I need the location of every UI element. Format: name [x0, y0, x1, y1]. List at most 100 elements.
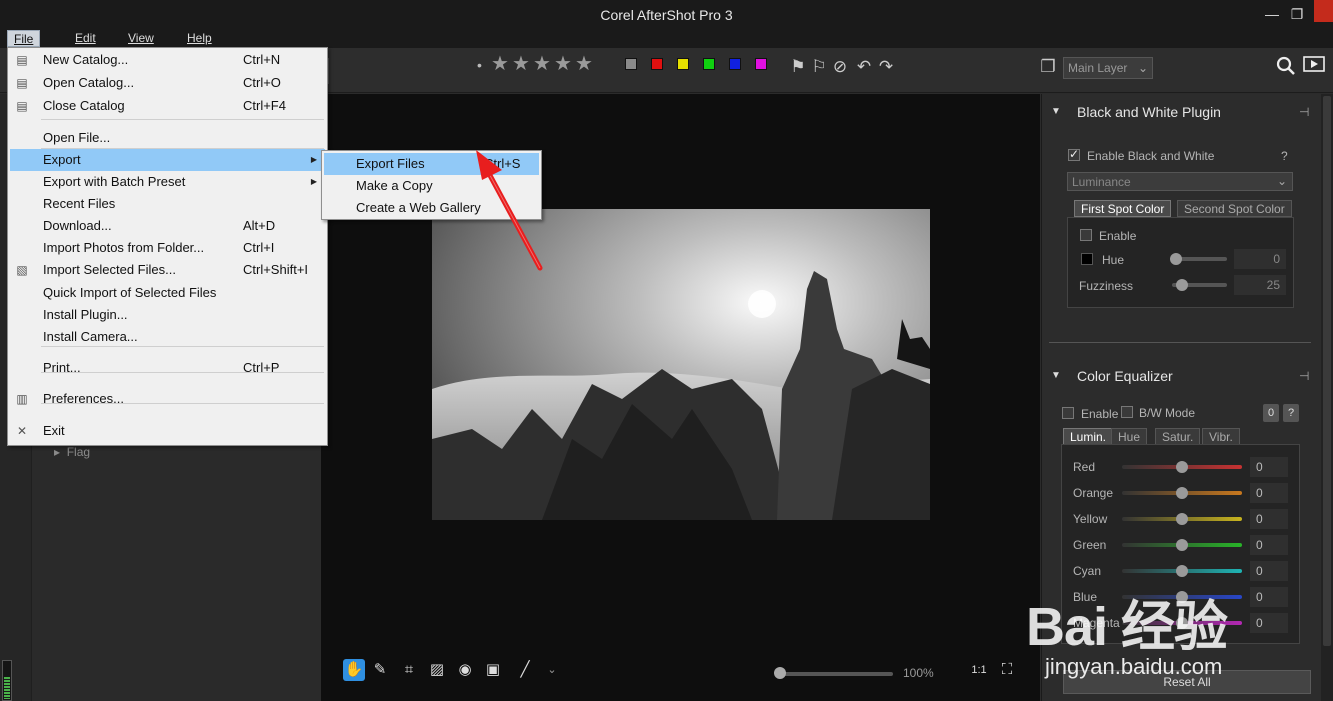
brush-icon[interactable]: ╱ [514, 659, 536, 681]
file-menu-item[interactable]: ▥ Preferences... [10, 388, 325, 410]
file-menu-item[interactable]: ▤ Close Catalog Ctrl+F4 [10, 95, 325, 117]
restore-icon[interactable]: ❐ [1286, 3, 1308, 25]
zoom-slider[interactable] [777, 672, 893, 676]
file-menu-item[interactable]: ▤ Open Catalog... Ctrl+O [10, 72, 325, 94]
color-label-gray[interactable] [625, 58, 637, 70]
hue-swatch[interactable] [1081, 253, 1093, 265]
bw-help-icon[interactable]: ? [1281, 149, 1288, 163]
annotation-arrow-icon [476, 150, 543, 271]
equalizer-slider-thumb[interactable] [1176, 487, 1188, 499]
star-2-icon[interactable]: ★ [512, 54, 530, 74]
file-menu-item[interactable]: ▧ Import Selected Files... Ctrl+Shift+I [10, 259, 325, 281]
search-icon[interactable] [1276, 56, 1296, 78]
file-menu-item[interactable]: Export with Batch Preset ▶ [10, 171, 325, 193]
file-menu-item[interactable]: Export ▶ [10, 149, 325, 171]
tab-vibrance[interactable]: Vibr. [1202, 428, 1240, 445]
flag-reject-icon[interactable]: ⚐ [809, 56, 829, 78]
rotate-right-icon[interactable]: ↷ [876, 56, 896, 78]
ce-help-button[interactable]: ? [1283, 404, 1299, 422]
ce-enable-label: Enable [1081, 407, 1119, 421]
file-menu-item[interactable]: ▤ New Catalog... Ctrl+N [10, 49, 325, 71]
close-button[interactable] [1314, 0, 1333, 22]
fit-screen-icon[interactable]: ⛶ [996, 659, 1018, 681]
star-5-icon[interactable]: ★ [575, 54, 593, 74]
export-submenu-item-label: Make a Copy [356, 178, 433, 193]
color-label-magenta[interactable] [755, 58, 767, 70]
unflag-icon[interactable]: ⊘ [830, 56, 850, 78]
menu-view[interactable]: View [122, 30, 160, 47]
rating-clear-dot[interactable]: • [477, 57, 482, 73]
menu-separator [41, 372, 324, 373]
eyedropper-icon[interactable]: ✎ [369, 659, 391, 681]
bw-mode-checkbox[interactable] [1121, 406, 1133, 418]
chevron-down-icon[interactable]: ⌄ [541, 659, 563, 681]
menu-edit[interactable]: Edit [69, 30, 102, 47]
chevron-down-icon: ⌄ [1137, 61, 1148, 75]
submenu-arrow-icon: ▶ [310, 177, 317, 186]
bw-mode-select[interactable]: Luminance ⌄ [1067, 172, 1293, 191]
slideshow-icon[interactable] [1303, 56, 1325, 78]
equalizer-value[interactable]: 0 [1250, 457, 1288, 477]
tab-saturation[interactable]: Satur. [1155, 428, 1201, 445]
collapse-triangle-icon[interactable]: ▼ [1051, 106, 1061, 117]
equalizer-slider-thumb[interactable] [1176, 539, 1188, 551]
hand-tool-icon[interactable]: ✋ [343, 659, 365, 681]
reset-zero-button[interactable]: 0 [1263, 404, 1279, 422]
star-3-icon[interactable]: ★ [533, 54, 551, 74]
flag-pick-icon[interactable]: ⚑ [788, 56, 808, 78]
pin-icon[interactable]: ⊣ [1299, 105, 1309, 119]
file-menu-item[interactable]: Open File... [10, 127, 325, 149]
spot-enable-checkbox[interactable] [1080, 229, 1092, 241]
file-menu-item[interactable]: Quick Import of Selected Files [10, 282, 325, 304]
equalizer-value[interactable]: 0 [1250, 483, 1288, 503]
tab-luminance[interactable]: Lumin. [1063, 428, 1114, 445]
file-menu-item-label: Install Plugin... [43, 307, 128, 322]
minimize-icon[interactable]: — [1261, 3, 1283, 25]
zoom-slider-thumb[interactable] [774, 667, 786, 679]
file-menu-item-label: Import Photos from Folder... [43, 240, 205, 255]
file-menu-item[interactable]: Install Camera... [10, 326, 325, 348]
collapse-triangle-icon[interactable]: ▼ [1051, 370, 1061, 381]
tab-hue[interactable]: Hue [1111, 428, 1148, 445]
equalizer-slider-thumb[interactable] [1176, 513, 1188, 525]
layer-select[interactable]: Main Layer ⌄ [1063, 57, 1153, 79]
pin-icon[interactable]: ⊣ [1299, 369, 1309, 383]
star-1-icon[interactable]: ★ [491, 54, 509, 74]
tab-first-spot-color[interactable]: First Spot Color [1074, 200, 1172, 217]
color-label-yellow[interactable] [677, 58, 689, 70]
straighten-icon[interactable]: ▨ [426, 659, 448, 681]
export-submenu-item-label: Export Files [356, 156, 425, 171]
enable-bw-checkbox[interactable] [1068, 147, 1080, 161]
file-menu-item[interactable]: Download... Alt+D [10, 215, 325, 237]
fuzziness-slider-thumb[interactable] [1176, 279, 1188, 291]
zoom-1-1-icon[interactable]: 1:1 [968, 659, 990, 681]
tab-second-spot-color[interactable]: Second Spot Color [1177, 200, 1292, 217]
file-menu-item[interactable]: Recent Files [10, 193, 325, 215]
menu-help[interactable]: Help [181, 30, 218, 47]
red-eye-icon[interactable]: ◉ [454, 659, 476, 681]
equalizer-slider-thumb[interactable] [1176, 461, 1188, 473]
color-label-blue[interactable] [729, 58, 741, 70]
layers-icon[interactable]: ❐ [1038, 56, 1058, 78]
equalizer-value[interactable]: 0 [1250, 535, 1288, 555]
hue-value[interactable]: 0 [1234, 249, 1286, 269]
color-label-green[interactable] [703, 58, 715, 70]
file-menu-item[interactable]: Install Plugin... [10, 304, 325, 326]
equalizer-value[interactable]: 0 [1250, 509, 1288, 529]
shortcut-label: Ctrl+I [243, 240, 275, 255]
color-label-red[interactable] [651, 58, 663, 70]
fuzziness-value[interactable]: 25 [1234, 275, 1286, 295]
menu-file[interactable]: File [7, 30, 41, 47]
hue-slider-thumb[interactable] [1170, 253, 1182, 265]
file-menu-item-label: Open File... [43, 130, 111, 145]
file-menu-item[interactable]: Print... Ctrl+P [10, 357, 325, 379]
file-menu-item[interactable]: Import Photos from Folder... Ctrl+I [10, 237, 325, 259]
ce-enable-checkbox[interactable] [1062, 407, 1074, 419]
right-panel-scrollbar[interactable] [1321, 94, 1333, 701]
star-4-icon[interactable]: ★ [554, 54, 572, 74]
crop-icon[interactable]: ⌗ [398, 659, 420, 681]
heal-icon[interactable]: ▣ [482, 659, 504, 681]
rotate-left-icon[interactable]: ↶ [854, 56, 874, 78]
file-menu-item[interactable]: ✕ Exit [10, 420, 325, 442]
tree-item-flag[interactable]: ▸ Flag [54, 445, 90, 459]
